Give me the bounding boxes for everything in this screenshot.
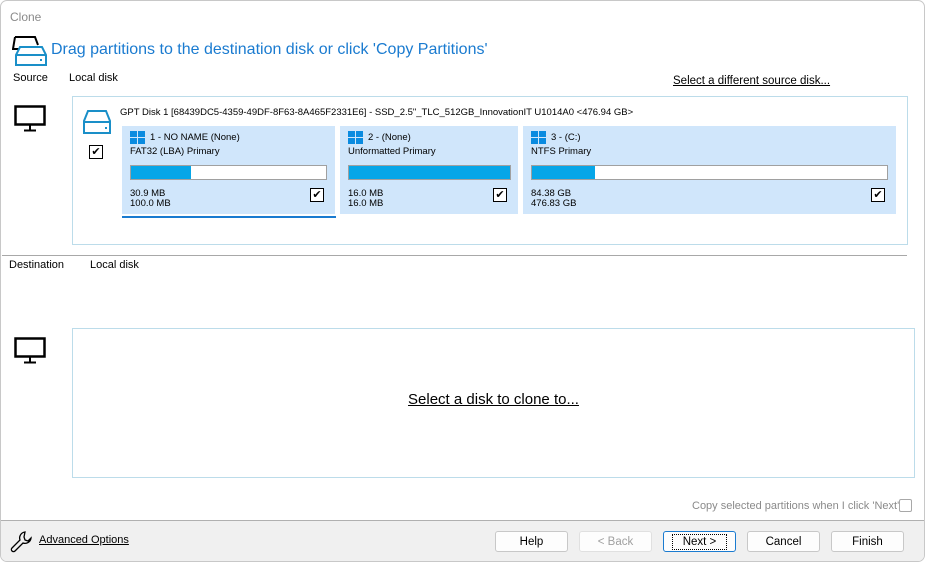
section-divider bbox=[2, 255, 907, 256]
partition-total: 476.83 GB bbox=[531, 198, 577, 209]
partition-checkbox[interactable]: ✔ bbox=[493, 188, 507, 202]
source-label: Source bbox=[13, 72, 48, 84]
partition-filesystem: Unformatted Primary bbox=[348, 146, 436, 157]
back-button[interactable]: < Back bbox=[579, 531, 652, 552]
usage-fill bbox=[349, 166, 510, 179]
source-computer-icon bbox=[14, 105, 46, 136]
partition-total: 100.0 MB bbox=[130, 198, 171, 209]
windows-icon bbox=[130, 131, 145, 147]
finish-button[interactable]: Finish bbox=[831, 531, 904, 552]
partition-usage-bar bbox=[130, 165, 327, 180]
partition-name: 2 - (None) bbox=[368, 132, 411, 143]
clone-dialog: Clone Drag partitions to the destination… bbox=[0, 0, 925, 562]
partition-2[interactable]: 2 - (None) Unformatted Primary 16.0 MB 1… bbox=[340, 126, 518, 214]
dialog-footer: Advanced Options Help < Back Next > Canc… bbox=[1, 520, 924, 561]
checkmark-icon: ✔ bbox=[312, 188, 322, 201]
partition-filesystem: FAT32 (LBA) Primary bbox=[130, 146, 220, 157]
partition-checkbox[interactable]: ✔ bbox=[310, 188, 324, 202]
cancel-button[interactable]: Cancel bbox=[747, 531, 820, 552]
destination-label: Destination bbox=[9, 259, 65, 271]
destination-computer-icon bbox=[14, 337, 46, 368]
wrench-icon bbox=[10, 530, 34, 557]
instruction-heading: Drag partitions to the destination disk … bbox=[51, 41, 488, 58]
disk-clone-icon bbox=[11, 35, 48, 70]
partition-3[interactable]: 3 - (C:) NTFS Primary 84.38 GB 476.83 GB… bbox=[523, 126, 896, 214]
advanced-options-link[interactable]: Advanced Options bbox=[39, 534, 129, 546]
usage-fill bbox=[131, 166, 192, 179]
selected-partition-indicator bbox=[122, 216, 336, 218]
destination-disk-type: Local disk bbox=[90, 259, 139, 271]
windows-icon bbox=[348, 131, 363, 147]
next-button[interactable]: Next > bbox=[663, 531, 736, 552]
partition-name: 3 - (C:) bbox=[551, 132, 581, 143]
partition-usage-bar bbox=[531, 165, 888, 180]
windows-icon bbox=[531, 131, 546, 147]
hard-disk-icon bbox=[82, 109, 112, 138]
checkmark-icon: ✔ bbox=[91, 145, 101, 158]
help-button[interactable]: Help bbox=[495, 531, 568, 552]
partition-checkbox[interactable]: ✔ bbox=[871, 188, 885, 202]
source-disk-checkbox[interactable]: ✔ bbox=[89, 145, 103, 159]
partition-usage-bar bbox=[348, 165, 511, 180]
source-disk-title: GPT Disk 1 [68439DC5-4359-49DF-8F63-8A46… bbox=[120, 107, 634, 118]
usage-fill bbox=[532, 166, 595, 179]
partition-1[interactable]: 1 - NO NAME (None) FAT32 (LBA) Primary 3… bbox=[122, 126, 335, 214]
copy-partitions-checkbox[interactable] bbox=[899, 499, 912, 512]
next-button-label: Next > bbox=[671, 533, 728, 550]
select-source-disk-link[interactable]: Select a different source disk... bbox=[673, 75, 830, 87]
source-disk-panel: GPT Disk 1 [68439DC5-4359-49DF-8F63-8A46… bbox=[72, 96, 908, 245]
partition-name: 1 - NO NAME (None) bbox=[150, 132, 240, 143]
source-disk-type: Local disk bbox=[69, 72, 118, 84]
copy-partitions-option-label: Copy selected partitions when I click 'N… bbox=[692, 500, 900, 512]
window-title: Clone bbox=[10, 10, 42, 24]
select-destination-disk-link[interactable]: Select a disk to clone to... bbox=[408, 391, 579, 408]
checkmark-icon: ✔ bbox=[873, 188, 883, 201]
partition-total: 16.0 MB bbox=[348, 198, 384, 209]
checkmark-icon: ✔ bbox=[495, 188, 505, 201]
destination-disk-panel: Select a disk to clone to... bbox=[72, 328, 915, 478]
partition-filesystem: NTFS Primary bbox=[531, 146, 592, 157]
